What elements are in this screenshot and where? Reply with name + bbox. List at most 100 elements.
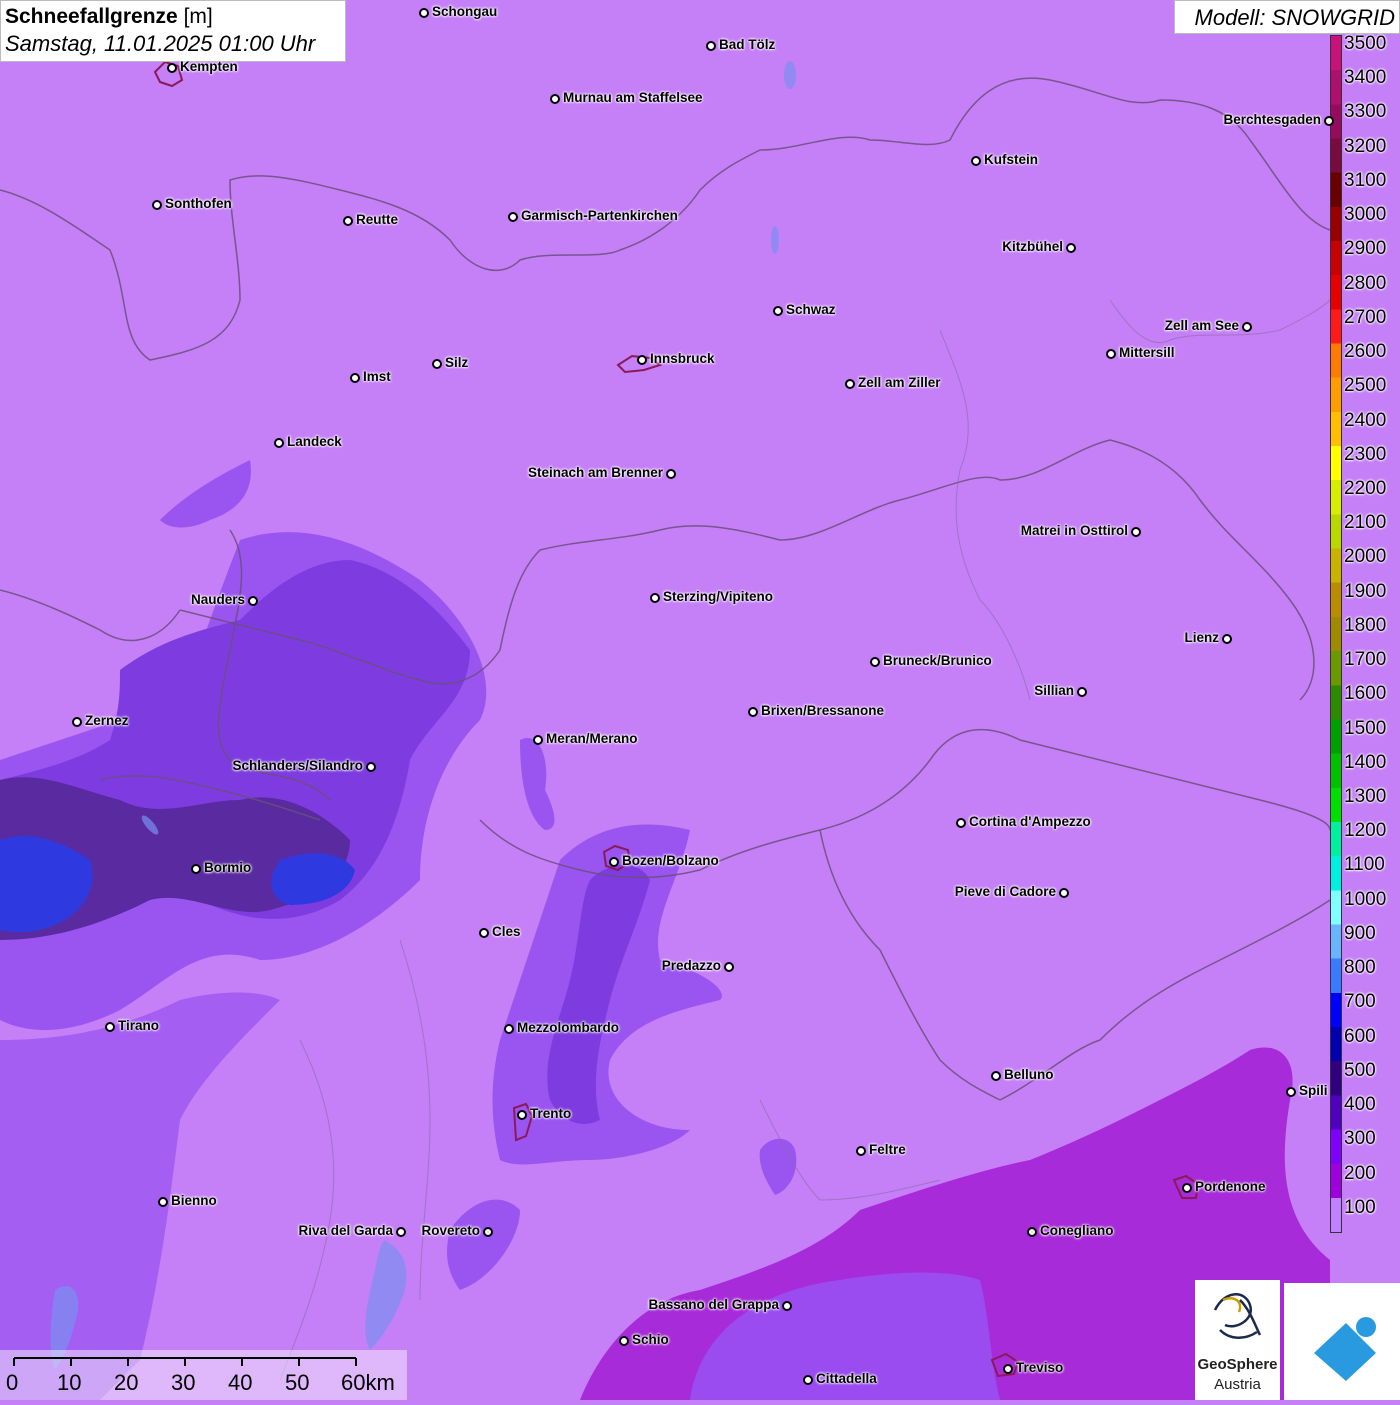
city-label[interactable]: Spili bbox=[1299, 1083, 1328, 1098]
app-logo[interactable] bbox=[1284, 1283, 1400, 1400]
city-label[interactable]: Schongau bbox=[432, 4, 497, 19]
city-label[interactable]: Zell am Ziller bbox=[858, 375, 941, 390]
city-marker[interactable] bbox=[191, 864, 201, 874]
city-label[interactable]: Feltre bbox=[869, 1142, 906, 1157]
city-marker[interactable] bbox=[1222, 634, 1232, 644]
city-marker[interactable] bbox=[991, 1071, 1001, 1081]
city-marker[interactable] bbox=[637, 355, 647, 365]
city-marker[interactable] bbox=[1066, 243, 1076, 253]
city-label[interactable]: Tirano bbox=[118, 1018, 159, 1033]
city-label[interactable]: Sterzing/Vipiteno bbox=[663, 589, 773, 604]
city-marker[interactable] bbox=[343, 216, 353, 226]
city-marker[interactable] bbox=[1077, 687, 1087, 697]
city-label[interactable]: Bormio bbox=[204, 860, 251, 875]
city-label[interactable]: Cortina d'Ampezzo bbox=[969, 814, 1091, 829]
city-label[interactable]: Cittadella bbox=[816, 1371, 877, 1386]
geosphere-logo[interactable]: GeoSphere Austria bbox=[1195, 1280, 1280, 1400]
city-label[interactable]: Bassano del Grappa bbox=[648, 1297, 779, 1312]
city-label[interactable]: Riva del Garda bbox=[298, 1223, 393, 1238]
city-label[interactable]: Schio bbox=[632, 1332, 669, 1347]
city-label[interactable]: Kufstein bbox=[984, 152, 1038, 167]
city-marker[interactable] bbox=[803, 1375, 813, 1385]
city-label[interactable]: Sillian bbox=[1034, 683, 1074, 698]
city-label[interactable]: Bad Tölz bbox=[719, 37, 775, 52]
city-label[interactable]: Mittersill bbox=[1119, 345, 1175, 360]
city-marker[interactable] bbox=[782, 1301, 792, 1311]
city-marker[interactable] bbox=[1059, 888, 1069, 898]
city-marker[interactable] bbox=[158, 1197, 168, 1207]
city-label[interactable]: Murnau am Staffelsee bbox=[563, 90, 703, 105]
city-marker[interactable] bbox=[350, 373, 360, 383]
city-marker[interactable] bbox=[1003, 1364, 1013, 1374]
city-label[interactable]: Conegliano bbox=[1040, 1223, 1114, 1238]
city-marker[interactable] bbox=[248, 596, 258, 606]
city-label[interactable]: Steinach am Brenner bbox=[528, 465, 663, 480]
city-label[interactable]: Cles bbox=[492, 924, 521, 939]
city-marker[interactable] bbox=[274, 438, 284, 448]
city-label[interactable]: Nauders bbox=[191, 592, 245, 607]
city-marker[interactable] bbox=[1182, 1183, 1192, 1193]
city-label[interactable]: Kitzbühel bbox=[1002, 239, 1063, 254]
city-marker[interactable] bbox=[479, 928, 489, 938]
city-marker[interactable] bbox=[856, 1146, 866, 1156]
city-marker[interactable] bbox=[870, 657, 880, 667]
city-marker[interactable] bbox=[609, 857, 619, 867]
city-marker[interactable] bbox=[650, 593, 660, 603]
city-marker[interactable] bbox=[483, 1227, 493, 1237]
city-marker[interactable] bbox=[956, 818, 966, 828]
city-marker[interactable] bbox=[508, 212, 518, 222]
city-label[interactable]: Bruneck/Brunico bbox=[883, 653, 992, 668]
city-marker[interactable] bbox=[1106, 349, 1116, 359]
city-label[interactable]: Innsbruck bbox=[650, 351, 715, 366]
city-marker[interactable] bbox=[167, 63, 177, 73]
city-label[interactable]: Kempten bbox=[180, 59, 238, 74]
city-label[interactable]: Lienz bbox=[1184, 630, 1219, 645]
city-label[interactable]: Reutte bbox=[356, 212, 398, 227]
city-label[interactable]: Bienno bbox=[171, 1193, 217, 1208]
city-marker[interactable] bbox=[1324, 116, 1334, 126]
city-label[interactable]: Pordenone bbox=[1195, 1179, 1266, 1194]
city-marker[interactable] bbox=[1286, 1087, 1296, 1097]
city-marker[interactable] bbox=[773, 306, 783, 316]
city-marker[interactable] bbox=[1027, 1227, 1037, 1237]
city-label[interactable]: Schlanders/Silandro bbox=[232, 758, 363, 773]
city-label[interactable]: Bozen/Bolzano bbox=[622, 853, 719, 868]
city-marker[interactable] bbox=[724, 962, 734, 972]
city-marker[interactable] bbox=[550, 94, 560, 104]
city-label[interactable]: Berchtesgaden bbox=[1223, 112, 1321, 127]
city-label[interactable]: Mezzolombardo bbox=[517, 1020, 619, 1035]
city-label[interactable]: Pieve di Cadore bbox=[955, 884, 1056, 899]
city-label[interactable]: Predazzo bbox=[662, 958, 721, 973]
city-label[interactable]: Schwaz bbox=[786, 302, 836, 317]
city-label[interactable]: Zell am See bbox=[1165, 318, 1239, 333]
city-marker[interactable] bbox=[748, 707, 758, 717]
city-marker[interactable] bbox=[845, 379, 855, 389]
city-label[interactable]: Brixen/Bressanone bbox=[761, 703, 884, 718]
city-marker[interactable] bbox=[152, 200, 162, 210]
city-label[interactable]: Rovereto bbox=[421, 1223, 480, 1238]
city-marker[interactable] bbox=[1242, 322, 1252, 332]
city-marker[interactable] bbox=[533, 735, 543, 745]
city-label[interactable]: Belluno bbox=[1004, 1067, 1054, 1082]
city-marker[interactable] bbox=[666, 469, 676, 479]
city-marker[interactable] bbox=[72, 717, 82, 727]
city-marker[interactable] bbox=[619, 1336, 629, 1346]
city-label[interactable]: Garmisch-Partenkirchen bbox=[521, 208, 678, 223]
city-marker[interactable] bbox=[504, 1024, 514, 1034]
city-label[interactable]: Treviso bbox=[1016, 1360, 1063, 1375]
city-label[interactable]: Zernez bbox=[85, 713, 129, 728]
city-label[interactable]: Imst bbox=[363, 369, 391, 384]
city-label[interactable]: Silz bbox=[445, 355, 468, 370]
city-marker[interactable] bbox=[432, 359, 442, 369]
city-label[interactable]: Matrei in Osttirol bbox=[1021, 523, 1128, 538]
city-label[interactable]: Meran/Merano bbox=[546, 731, 638, 746]
city-marker[interactable] bbox=[971, 156, 981, 166]
city-marker[interactable] bbox=[396, 1227, 406, 1237]
city-marker[interactable] bbox=[105, 1022, 115, 1032]
city-marker[interactable] bbox=[366, 762, 376, 772]
city-marker[interactable] bbox=[419, 8, 429, 18]
city-marker[interactable] bbox=[1131, 527, 1141, 537]
city-marker[interactable] bbox=[706, 41, 716, 51]
city-marker[interactable] bbox=[517, 1110, 527, 1120]
city-label[interactable]: Landeck bbox=[287, 434, 342, 449]
